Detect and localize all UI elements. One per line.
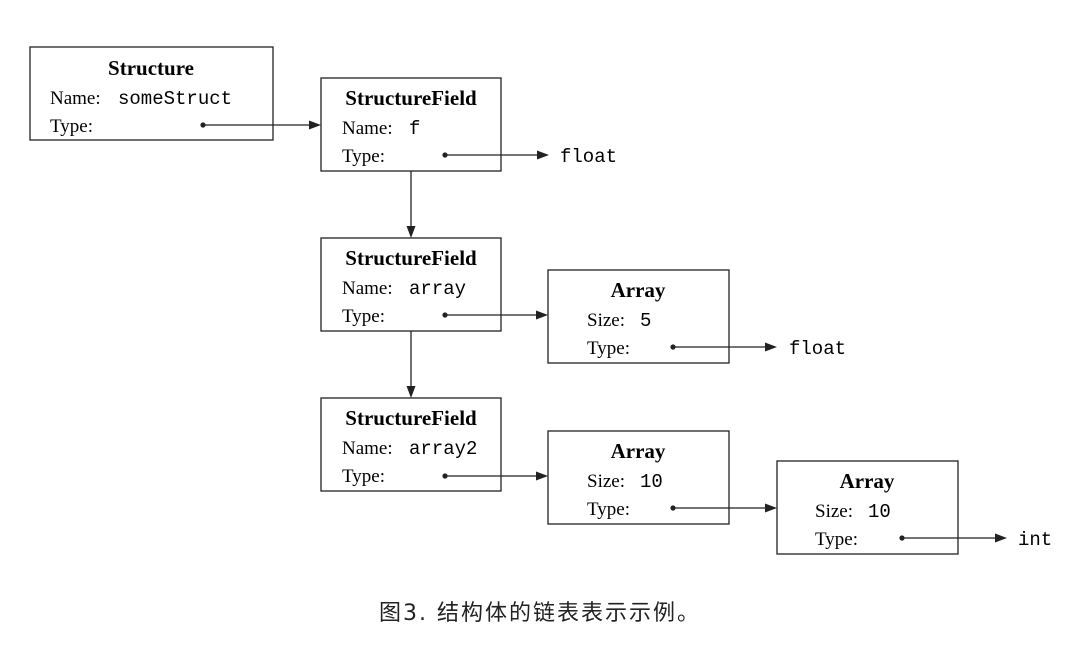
array-size10-b-node: Array Size: 10 Type: (776, 460, 959, 555)
array-size10-b-type-label: Type: (815, 529, 858, 550)
structure-field-f-name-value: f (409, 118, 420, 140)
structure-field-array2-name-label: Name: (342, 438, 393, 459)
arrowhead-icon (536, 471, 548, 481)
array-size10-b-size-value: 10 (868, 501, 891, 523)
structure-field-f-node: StructureField Name: f Type: (320, 77, 502, 172)
array-size10-a-size-value: 10 (640, 471, 663, 493)
structure-name-label: Name: (50, 88, 101, 109)
structure-field-array2-name-value: array2 (409, 438, 477, 460)
figure-caption: 图3. 结构体的链表表示示例。 (379, 601, 701, 626)
linked-structure-diagram: Structure Name: someStruct Type: Structu… (29, 46, 1052, 555)
diagram-canvas: Structure Name: someStruct Type: Structu… (0, 0, 1080, 646)
arrowhead-icon (406, 386, 416, 398)
array-size10-a-size-label: Size: (587, 471, 625, 492)
structure-field-array-name-label: Name: (342, 278, 393, 299)
structure-type-label: Type: (50, 116, 93, 137)
array-size5-size-label: Size: (587, 310, 625, 331)
structure-field-array-type-label: Type: (342, 306, 385, 327)
arrowhead-icon (536, 310, 548, 320)
structure-field-array-title: StructureField (345, 246, 477, 270)
array-size10-b-title: Array (840, 469, 895, 493)
structure-field-array-node: StructureField Name: array Type: (320, 237, 502, 332)
array-size5-type-label: Type: (587, 338, 630, 359)
array-size5-node: Array Size: 5 Type: (547, 269, 730, 364)
structure-title: Structure (108, 56, 194, 80)
array-size10-a-title: Array (611, 439, 666, 463)
type-float-b: float (789, 338, 846, 360)
structure-field-array2-node: StructureField Name: array2 Type: (320, 397, 502, 492)
structure-field-f-type-label: Type: (342, 146, 385, 167)
structure-field-array-name-value: array (409, 278, 466, 300)
arrowhead-icon (765, 342, 777, 352)
structure-field-array2-title: StructureField (345, 406, 477, 430)
structure-field-f-name-label: Name: (342, 118, 393, 139)
type-float-a: float (560, 146, 617, 168)
arrowhead-icon (406, 226, 416, 238)
arrowhead-icon (537, 150, 549, 160)
arrowhead-icon (765, 503, 777, 513)
array-size10-a-node: Array Size: 10 Type: (547, 430, 730, 525)
array-size10-a-type-label: Type: (587, 499, 630, 520)
arrow-field-array-to-field-array2 (406, 331, 416, 398)
arrow-field-f-to-field-array (406, 171, 416, 238)
type-int: int (1018, 529, 1052, 551)
structure-name-value: someStruct (118, 88, 232, 110)
array-size10-b-size-label: Size: (815, 501, 853, 522)
structure-field-f-title: StructureField (345, 86, 477, 110)
array-size5-title: Array (611, 278, 666, 302)
arrowhead-icon (995, 533, 1007, 543)
array-size5-size-value: 5 (640, 310, 651, 332)
arrowhead-icon (309, 120, 321, 130)
structure-field-array2-type-label: Type: (342, 466, 385, 487)
structure-node: Structure Name: someStruct Type: (29, 46, 274, 141)
